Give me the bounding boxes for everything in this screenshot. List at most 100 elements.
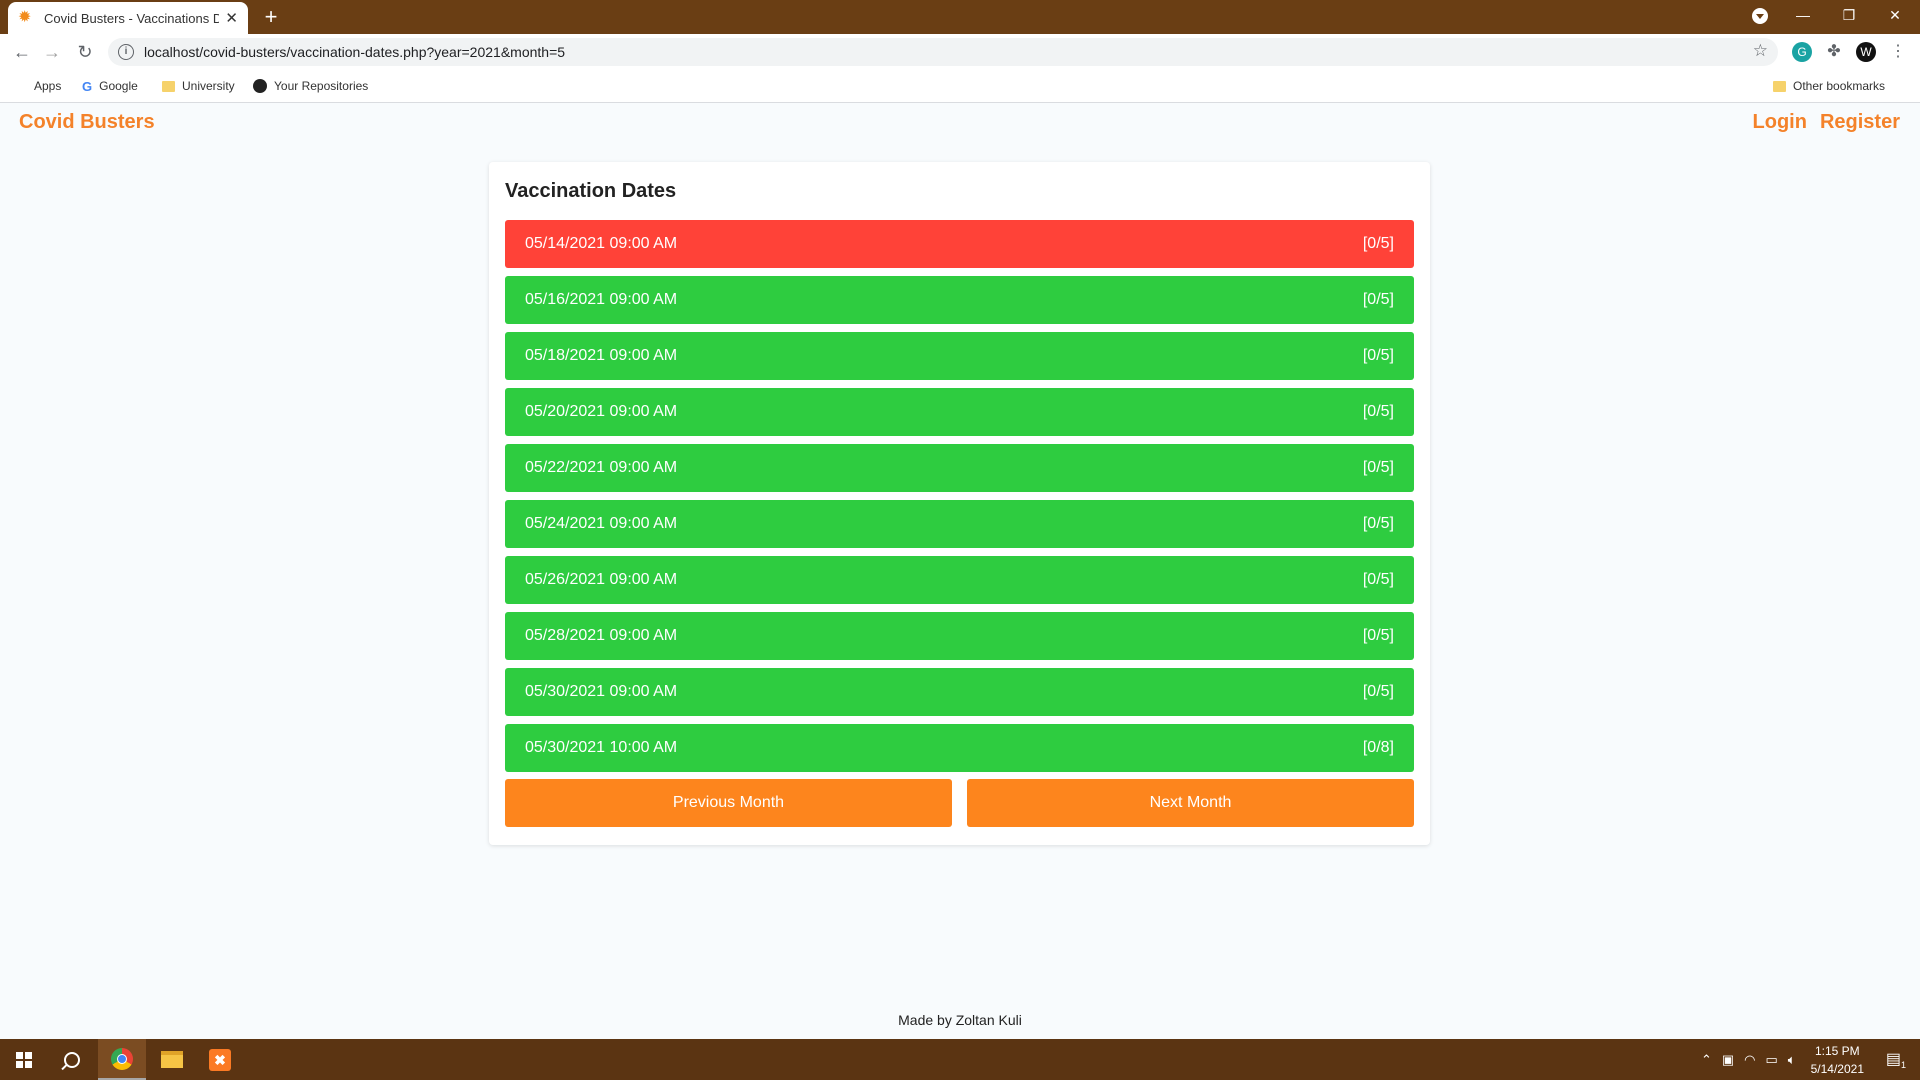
footer-credit: Made by Zoltan Kuli	[898, 1012, 1022, 1028]
back-icon[interactable]: ←	[10, 40, 34, 64]
vaccination-slot-row[interactable]: 05/30/2021 09:00 AM [0/5]	[505, 668, 1414, 716]
bookmark-label: Apps	[34, 79, 62, 93]
bookmark-label: University	[182, 79, 235, 93]
browser-toolbar: ← → ↻ i localhost/covid-busters/vaccinat…	[0, 34, 1920, 70]
profile-avatar[interactable]: W	[1856, 42, 1876, 62]
vaccination-slot-row[interactable]: 05/14/2021 09:00 AM [0/5]	[505, 220, 1414, 268]
slot-capacity: [0/5]	[1362, 683, 1394, 700]
slot-capacity: [0/5]	[1362, 235, 1394, 252]
login-link[interactable]: Login	[1753, 111, 1807, 134]
vaccination-slot-row[interactable]: 05/24/2021 09:00 AM [0/5]	[505, 500, 1414, 548]
taskbar-chrome[interactable]	[98, 1039, 146, 1080]
virus-icon: ✹	[18, 9, 32, 26]
bookmark-label: Other bookmarks	[1793, 79, 1886, 93]
apps-grid-icon	[14, 80, 27, 93]
slot-capacity: [0/5]	[1362, 347, 1394, 364]
slot-datetime: 05/28/2021 09:00 AM	[525, 627, 678, 644]
file-explorer-icon	[161, 1051, 183, 1068]
restore-button[interactable]: ❐	[1826, 0, 1872, 30]
minimize-button[interactable]: —	[1780, 0, 1826, 30]
slot-capacity: [0/5]	[1362, 627, 1394, 644]
windows-logo-icon	[16, 1051, 32, 1068]
extensions-puzzle-icon[interactable]: ✤	[1824, 42, 1844, 62]
bookmark-label: Google	[99, 79, 138, 93]
folder-icon	[1773, 80, 1786, 92]
github-icon	[253, 79, 267, 93]
slot-datetime: 05/30/2021 09:00 AM	[525, 683, 678, 700]
slot-datetime: 05/22/2021 09:00 AM	[525, 459, 678, 476]
browser-menu-icon[interactable]: ⋮	[1888, 42, 1908, 62]
slot-capacity: [0/5]	[1362, 459, 1394, 476]
start-button[interactable]	[0, 1039, 48, 1080]
vaccination-slot-row[interactable]: 05/30/2021 10:00 AM [0/8]	[505, 724, 1414, 772]
vaccination-slot-row[interactable]: 05/18/2021 09:00 AM [0/5]	[505, 332, 1414, 380]
windows-taskbar: ✖ ⌃ ▣ ◠ ▭ 🔈︎ 1:15 PM 5/14/2021 ▤1	[0, 1039, 1920, 1080]
slot-capacity: [0/5]	[1362, 571, 1394, 588]
bookmark-university[interactable]: University	[162, 77, 235, 95]
slot-capacity: [0/5]	[1362, 403, 1394, 420]
page-content: Covid Busters Login Register Vaccination…	[0, 103, 1920, 1039]
bookmark-apps[interactable]: Apps	[14, 77, 61, 95]
xampp-icon: ✖	[209, 1048, 231, 1071]
tab-search-icon[interactable]	[1752, 8, 1768, 24]
tab-title: Covid Busters - Vaccinations Dates	[44, 10, 220, 26]
bookmark-google[interactable]: G Google	[82, 77, 138, 95]
vaccination-dates-card: Vaccination Dates 05/14/2021 09:00 AM [0/…	[489, 162, 1430, 845]
google-icon: G	[82, 78, 93, 94]
bookmarks-bar: Apps G Google University Your Repositori…	[0, 70, 1920, 103]
clock-date: 5/14/2021	[1810, 1061, 1864, 1076]
register-link[interactable]: Register	[1820, 111, 1900, 134]
month-navigation: Previous Month Next Month	[505, 779, 1414, 827]
slot-datetime: 05/14/2021 09:00 AM	[525, 235, 678, 252]
bookmark-star-icon[interactable]: ☆	[1753, 41, 1768, 61]
taskbar-xampp[interactable]: ✖	[196, 1039, 244, 1080]
slot-datetime: 05/30/2021 10:00 AM	[525, 739, 678, 756]
card-title: Vaccination Dates	[505, 180, 677, 202]
chevron-up-icon[interactable]: ⌃	[1701, 1052, 1712, 1068]
slot-datetime: 05/26/2021 09:00 AM	[525, 571, 678, 588]
slot-capacity: [0/5]	[1362, 291, 1394, 308]
vaccination-slot-row[interactable]: 05/16/2021 09:00 AM [0/5]	[505, 276, 1414, 324]
browser-tab-bar: ✹ Covid Busters - Vaccinations Dates ✕ +…	[0, 0, 1920, 34]
grammarly-extension-icon[interactable]: G	[1792, 42, 1812, 62]
next-month-button[interactable]: Next Month	[967, 779, 1414, 827]
previous-month-button[interactable]: Previous Month	[505, 779, 952, 827]
bookmark-other-bookmarks[interactable]: Other bookmarks	[1773, 77, 1885, 95]
search-button[interactable]	[48, 1039, 96, 1080]
search-icon	[64, 1051, 80, 1068]
wifi-icon[interactable]: ◠	[1744, 1052, 1755, 1068]
chrome-icon	[111, 1047, 133, 1070]
vaccination-slot-row[interactable]: 05/20/2021 09:00 AM [0/5]	[505, 388, 1414, 436]
volume-icon[interactable]: 🔈︎	[1788, 1052, 1796, 1068]
vaccination-slot-row[interactable]: 05/28/2021 09:00 AM [0/5]	[505, 612, 1414, 660]
folder-icon	[162, 80, 175, 92]
close-window-button[interactable]: ✕	[1872, 0, 1918, 30]
url-text: localhost/covid-busters/vaccination-date…	[144, 44, 566, 60]
browser-tab[interactable]: ✹ Covid Busters - Vaccinations Dates ✕	[8, 2, 248, 34]
info-icon[interactable]: i	[118, 44, 134, 60]
reload-icon[interactable]: ↻	[73, 40, 97, 64]
new-tab-button[interactable]: +	[258, 4, 284, 30]
bookmark-your-repositories[interactable]: Your Repositories	[253, 77, 368, 95]
slot-datetime: 05/16/2021 09:00 AM	[525, 291, 678, 308]
bookmark-label: Your Repositories	[274, 79, 369, 93]
address-bar[interactable]: i localhost/covid-busters/vaccination-da…	[108, 38, 1778, 66]
slot-capacity: [0/5]	[1362, 515, 1394, 532]
system-tray: ⌃ ▣ ◠ ▭ 🔈︎ 1:15 PM 5/14/2021 ▤1	[1696, 1039, 1920, 1080]
slot-capacity: [0/8]	[1362, 739, 1394, 756]
auth-nav: Login Register	[1753, 111, 1900, 134]
network-icon[interactable]: ▣	[1722, 1052, 1734, 1068]
taskbar-file-explorer[interactable]	[148, 1039, 196, 1080]
notification-center-icon[interactable]: ▤1	[1882, 1049, 1910, 1070]
close-tab-icon[interactable]: ✕	[225, 9, 238, 27]
forward-icon[interactable]: →	[40, 40, 64, 64]
vaccination-slot-row[interactable]: 05/22/2021 09:00 AM [0/5]	[505, 444, 1414, 492]
clock-time: 1:15 PM	[1814, 1043, 1860, 1058]
slot-datetime: 05/18/2021 09:00 AM	[525, 347, 678, 364]
slot-list: 05/14/2021 09:00 AM [0/5] 05/16/2021 09:00…	[505, 220, 1414, 780]
vaccination-slot-row[interactable]: 05/26/2021 09:00 AM [0/5]	[505, 556, 1414, 604]
notification-count: 1	[1901, 1060, 1907, 1071]
battery-icon[interactable]: ▭	[1766, 1052, 1778, 1068]
clock[interactable]: 1:15 PM 5/14/2021	[1811, 1042, 1864, 1078]
brand-link[interactable]: Covid Busters	[19, 111, 155, 134]
